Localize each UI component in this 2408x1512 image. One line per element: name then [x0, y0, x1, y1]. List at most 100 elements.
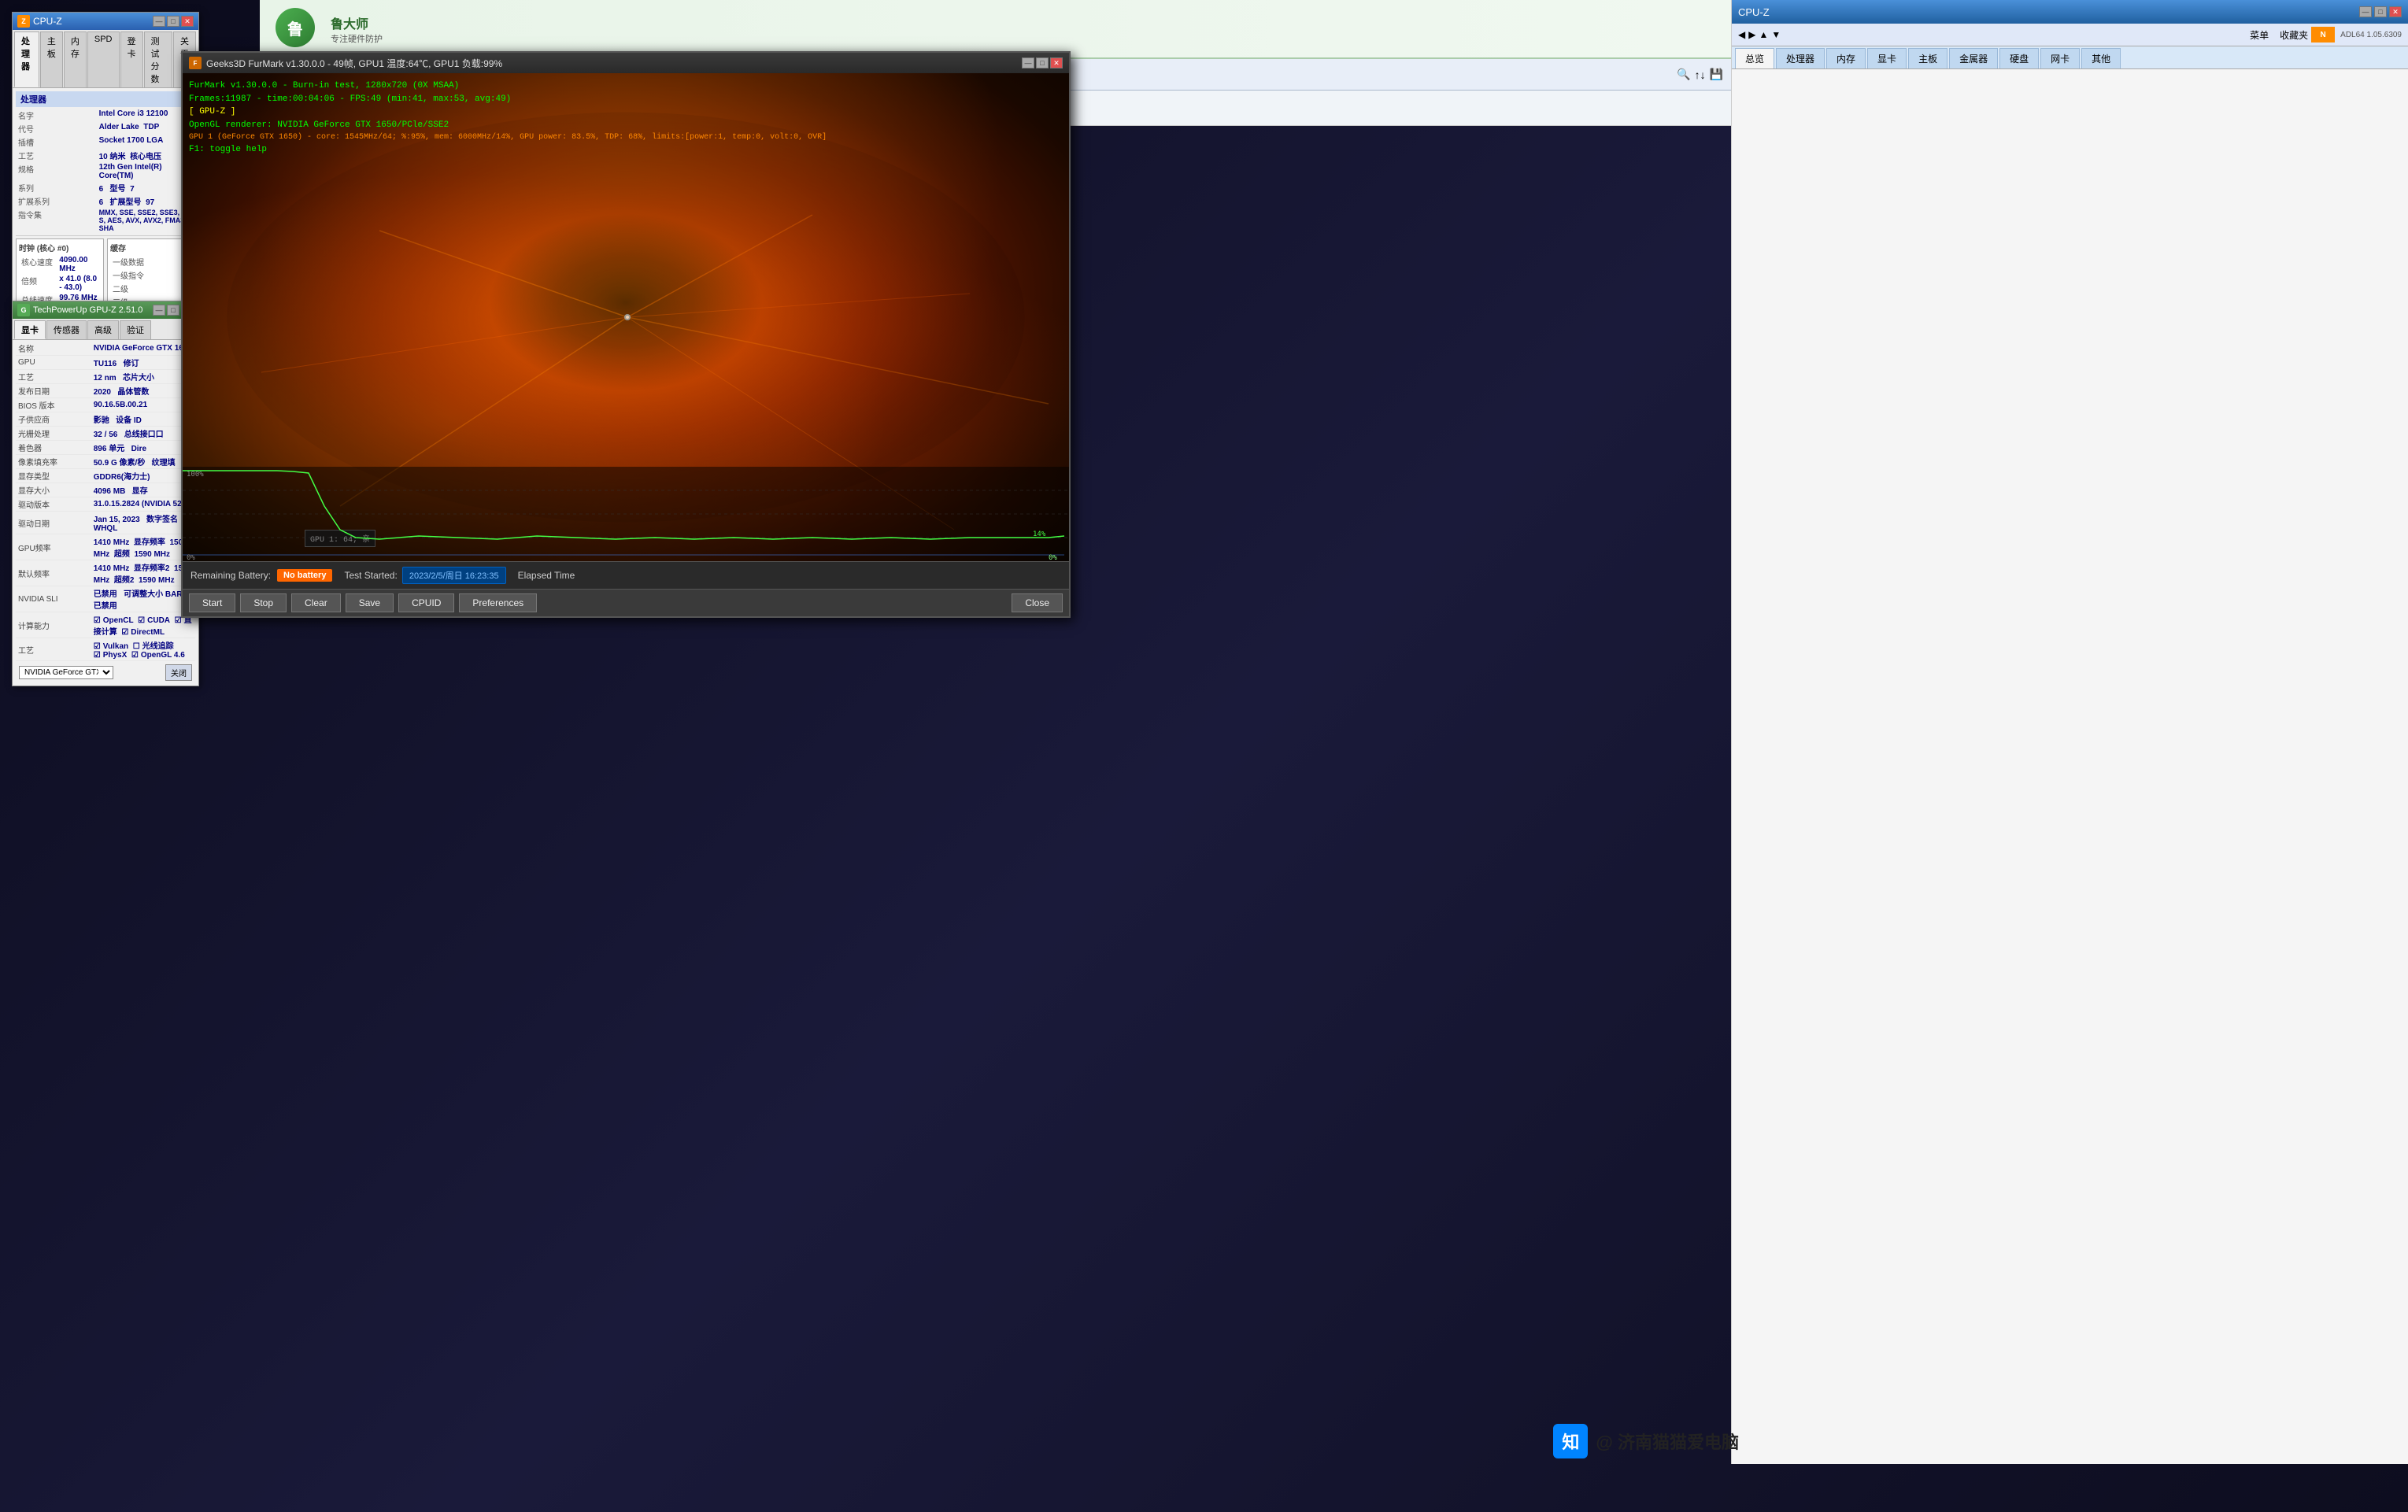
- rp-tab-hardware[interactable]: 金属器: [1949, 48, 1998, 68]
- cpuz-tab-motherboard[interactable]: 主板: [40, 31, 63, 87]
- right-panel-tab-bar: 总览 处理器 内存 显卡 主板 金属器 硬盘 网卡 其他: [1732, 46, 2408, 69]
- furmark-close-btn-top[interactable]: ✕: [1050, 57, 1063, 68]
- battery-section: Remaining Battery: No battery: [190, 569, 332, 582]
- svg-text:0%: 0%: [1049, 554, 1057, 561]
- lu-dashi-logo: 鲁: [276, 8, 315, 47]
- right-toolbar-menu[interactable]: 菜单: [2250, 28, 2269, 42]
- gpuz-tab-card[interactable]: 显卡: [14, 320, 46, 339]
- gpuz-maximize-btn[interactable]: □: [167, 305, 179, 316]
- test-started-value: 2023/2/5/周日 16:23:35: [402, 567, 506, 584]
- gpuz-label-color: 着色器: [16, 441, 91, 455]
- cpuz-label-ext-family: 扩展系列: [16, 194, 97, 208]
- cpuz-tab-spd[interactable]: SPD: [87, 31, 120, 87]
- gpuz-gpu-select[interactable]: NVIDIA GeForce GTX 1650: [19, 666, 113, 679]
- furmark-maximize-btn[interactable]: □: [1036, 57, 1049, 68]
- cpuz-tab-processor[interactable]: 处理器: [14, 31, 39, 87]
- gpuz-val-release: 2020 晶体管数: [91, 384, 195, 398]
- furmark-overlay-line5: GPU 1 (GeForce GTX 1650) - core: 1545MHz…: [189, 131, 827, 143]
- furmark-start-btn[interactable]: Start: [189, 593, 235, 612]
- rp-tab-gpu[interactable]: 显卡: [1867, 48, 1907, 68]
- right-panel-prev-btn[interactable]: ◀: [1738, 29, 1745, 40]
- furmark-icon: F: [189, 57, 202, 69]
- gpuz-label-compute: 计算能力: [16, 612, 91, 638]
- right-panel-maximize-btn[interactable]: □: [2374, 6, 2387, 17]
- rp-tab-processor[interactable]: 处理器: [1776, 48, 1825, 68]
- gpuz-label-vendor: 子供应商: [16, 412, 91, 427]
- gpuz-val-compute: ☑OpenCL ☑CUDA ☑直接计算 ☑DirectML: [91, 612, 195, 638]
- right-panel-minimize-btn[interactable]: —: [2359, 6, 2372, 17]
- cpuz-title-area: Z CPU-Z: [17, 15, 62, 28]
- gpuz-label-tech: 工艺: [16, 370, 91, 384]
- rp-tab-memory[interactable]: 内存: [1826, 48, 1866, 68]
- cpuz-maximize-btn[interactable]: □: [167, 16, 179, 27]
- cpuz-tab-gpu[interactable]: 登卡: [120, 31, 143, 87]
- cpuz-label-spec: 规格: [16, 162, 97, 181]
- rp-tab-network[interactable]: 网卡: [2040, 48, 2080, 68]
- cpuz-close-btn[interactable]: ✕: [181, 16, 194, 27]
- cpuz-info-table: 名字 Intel Core i3 12100 代号 Alder Lake TDP…: [16, 109, 195, 233]
- furmark-save-btn[interactable]: Save: [346, 593, 394, 612]
- gpuz-row-tech: 工艺 12 nm 芯片大小: [16, 370, 195, 384]
- gpuz-row-name: 名称 NVIDIA GeForce GTX 16: [16, 342, 195, 356]
- banner-title: 鲁大师: [331, 13, 1715, 32]
- gpuz-minimize-btn[interactable]: —: [153, 305, 165, 316]
- rp-tab-other[interactable]: 其他: [2081, 48, 2121, 68]
- gpuz-row-compute: 计算能力 ☑OpenCL ☑CUDA ☑直接计算 ☑DirectML: [16, 612, 195, 638]
- gpuz-tab-verify[interactable]: 验证: [120, 320, 151, 339]
- furmark-stop-btn[interactable]: Stop: [240, 593, 287, 612]
- watermark-at: @ 济南猫猫爱电脑: [1596, 1429, 1739, 1454]
- banner-title-area: 鲁大师 专注硬件防护: [331, 13, 1715, 45]
- gpuz-row-bios: BIOS 版本 90.16.5B.00.21: [16, 398, 195, 412]
- gpuz-row-memtype: 显存类型 GDDR6(海力士): [16, 469, 195, 483]
- right-panel-controls: — □ ✕: [2359, 6, 2402, 17]
- gpuz-window: G TechPowerUp GPU-Z 2.51.0 — □ ✕ 显卡 传感器 …: [12, 301, 199, 686]
- gpuz-tab-sensors[interactable]: 传感器: [46, 320, 87, 339]
- cpuz-processor-header: 处理器: [16, 91, 195, 107]
- cpuz-tab-memory[interactable]: 内存: [64, 31, 87, 87]
- gpuz-row-default-clock: 默认频率 1410 MHz 显存频率2 1500 MHz 超频2 1590 MH…: [16, 560, 195, 586]
- cpuz-cache-l1-row: 一级数据: [110, 255, 192, 268]
- cpuz-label-codename: 代号: [16, 122, 97, 135]
- right-panel-down-btn[interactable]: ▼: [1771, 29, 1781, 40]
- cpuz-multiplier-label: 倍频: [19, 274, 57, 293]
- furmark-title-text: Geeks3D FurMark v1.30.0.0 - 49帧, GPU1 温度…: [206, 57, 502, 70]
- rp-tab-motherboard[interactable]: 主板: [1908, 48, 1947, 68]
- cpuz-tab-bench[interactable]: 测试分数: [144, 31, 173, 87]
- gpuz-val-default-clock: 1410 MHz 显存频率2 1500 MHz 超频2 1590 MHz: [91, 560, 195, 586]
- gpuz-tab-advanced[interactable]: 高级: [87, 320, 119, 339]
- cpuz-row-ext-family: 扩展系列 6 扩展型号 97: [16, 194, 195, 208]
- furmark-cpuid-btn[interactable]: CPUID: [398, 593, 454, 612]
- right-panel-close-btn[interactable]: ✕: [2389, 6, 2402, 17]
- furmark-preferences-btn[interactable]: Preferences: [459, 593, 537, 612]
- rp-tab-storage[interactable]: 硬盘: [1999, 48, 2039, 68]
- test-started-label: Test Started:: [344, 570, 397, 581]
- furmark-overlay-line3: [ GPU-Z ]: [189, 105, 827, 119]
- gpuz-footer-row: NVIDIA GeForce GTX 1650 关闭: [16, 661, 195, 684]
- gpuz-row-tech-support: 工艺 ☑Vulkan ☐光线追踪 ☑PhysX ☑OpenGL 4.6: [16, 638, 195, 661]
- rp-tab-overview[interactable]: 总览: [1735, 48, 1774, 68]
- right-panel-next-btn[interactable]: ▶: [1748, 29, 1755, 40]
- gpuz-close-btn[interactable]: 关闭: [165, 664, 192, 681]
- gpuz-val-memsize: 4096 MB 显存: [91, 483, 195, 497]
- gpuz-label-memsize: 显存大小: [16, 483, 91, 497]
- gpuz-val-sli: 已禁用 可调整大小 BAR 已禁用: [91, 586, 195, 612]
- cpuz-multiplier-val: x 41.0 (8.0 - 43.0): [57, 274, 101, 293]
- gpuz-info-table: 名称 NVIDIA GeForce GTX 16 GPU TU116 修订 工艺…: [16, 342, 195, 661]
- gpuz-row-gpu: GPU TU116 修订: [16, 356, 195, 370]
- furmark-close-btn[interactable]: Close: [1012, 593, 1063, 612]
- furmark-clear-btn[interactable]: Clear: [291, 593, 341, 612]
- gpuz-titlebar: G TechPowerUp GPU-Z 2.51.0 — □ ✕: [13, 301, 198, 319]
- gpuz-val-tech-support: ☑Vulkan ☐光线追踪 ☑PhysX ☑OpenGL 4.6: [91, 638, 195, 661]
- gpuz-row-gpu-clock: GPU频率 1410 MHz 显存频率 1500 MHz 超频 1590 MHz: [16, 534, 195, 560]
- cpuz-row-family: 系列 6 型号 7: [16, 181, 195, 194]
- cpuz-window-controls: — □ ✕: [153, 16, 194, 27]
- furmark-minimize-btn[interactable]: —: [1022, 57, 1034, 68]
- cpuz-minimize-btn[interactable]: —: [153, 16, 165, 27]
- right-panel-up-btn[interactable]: ▲: [1759, 29, 1768, 40]
- right-toolbar-favorites[interactable]: 收藏夹: [2280, 28, 2308, 42]
- watermark-overlay: 知 @ 济南猫猫爱电脑: [1553, 1424, 1739, 1458]
- gpuz-label-shader: 光栅处理: [16, 427, 91, 441]
- right-panel-title-area: CPU-Z: [1738, 6, 1770, 18]
- cpuz-row-instructions: 指令集 MMX, SSE, SSE2, SSE3, SS, AES, AVX, …: [16, 208, 195, 233]
- furmark-button-bar: Start Stop Clear Save CPUID Preferences …: [183, 589, 1069, 616]
